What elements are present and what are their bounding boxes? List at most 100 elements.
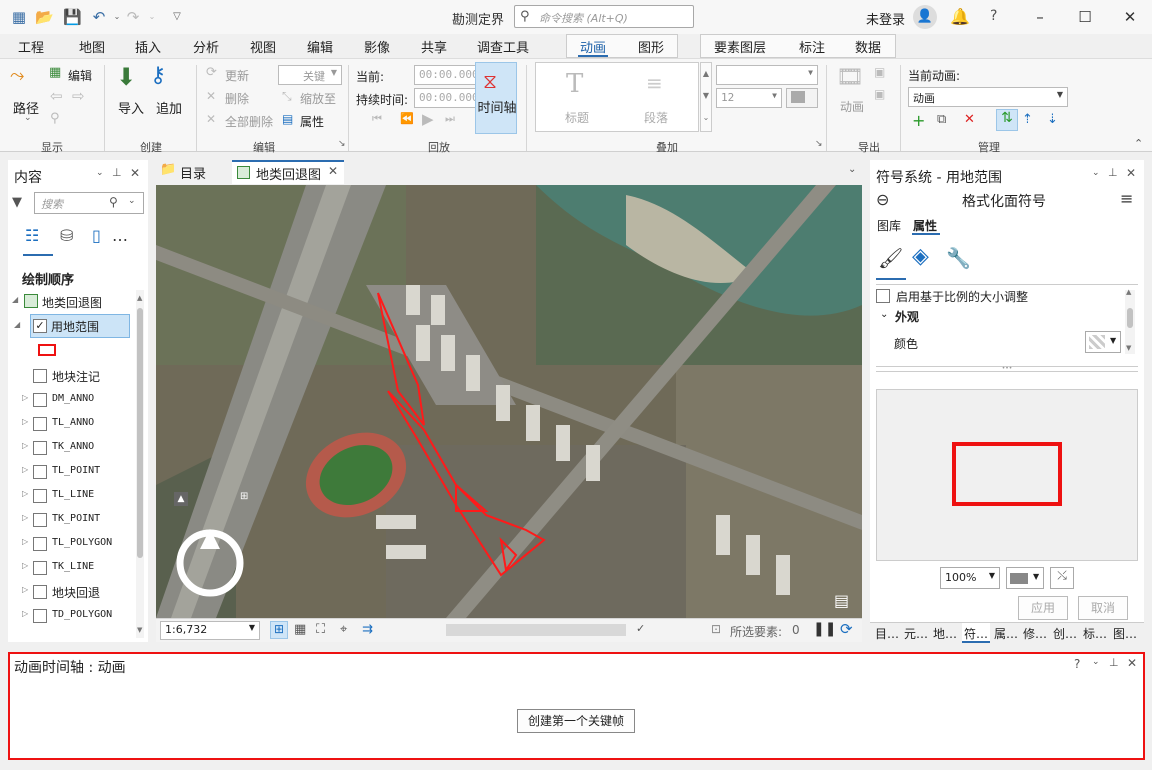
layer-symbol-swatch[interactable]: [38, 344, 56, 356]
login-status[interactable]: 未登录: [866, 9, 905, 28]
more-icon[interactable]: …: [112, 226, 128, 245]
layer-visibility-checkbox[interactable]: [33, 513, 47, 527]
export-frame-icon[interactable]: ▣: [874, 65, 885, 79]
command-search-input[interactable]: ⚲ 命令搜索 (Alt+Q): [514, 5, 694, 28]
tab-share[interactable]: 共享: [421, 37, 447, 56]
open-project-icon[interactable]: 📂: [35, 8, 54, 26]
expand-icon[interactable]: ▷: [22, 465, 28, 474]
close-tab-icon[interactable]: ✕: [328, 164, 338, 178]
back-icon[interactable]: ⊖: [876, 190, 889, 209]
apply-button[interactable]: 应用: [1018, 596, 1068, 620]
delete-all-button[interactable]: 全部删除: [225, 113, 273, 130]
export-animation-button[interactable]: 动画: [840, 98, 864, 115]
tab-gallery[interactable]: 图库: [877, 217, 901, 234]
expand-icon[interactable]: ◢: [14, 320, 20, 329]
preview-background-select[interactable]: ▼: [1006, 567, 1044, 589]
layer-visibility-checkbox[interactable]: [33, 393, 47, 407]
current-animation-select[interactable]: 动画 ▼: [908, 87, 1068, 107]
step-back-icon[interactable]: ⏪: [400, 112, 414, 125]
layer-row-land-scope[interactable]: ◢ ✓ 用地范围: [14, 314, 130, 338]
contents-scrollbar[interactable]: ▲ ▼: [136, 290, 144, 638]
grid-icon[interactable]: ▦: [294, 622, 306, 637]
tab-catalog[interactable]: 📁 目录: [156, 160, 228, 184]
expand-icon[interactable]: ◢: [12, 295, 18, 304]
redo-dropdown-icon[interactable]: ⌄: [143, 8, 161, 26]
bottom-tab[interactable]: 属…: [994, 625, 1018, 642]
wrench-icon[interactable]: 🔧: [946, 246, 971, 270]
expand-icon[interactable]: ▷: [22, 489, 28, 498]
layer-visibility-checkbox[interactable]: [33, 609, 47, 623]
tab-feature-layer[interactable]: 要素图层: [714, 37, 766, 56]
redo-icon[interactable]: ↷: [124, 8, 142, 26]
refresh-icon[interactable]: ⟳: [840, 620, 853, 638]
close-pane-icon[interactable]: ✕: [1127, 656, 1137, 670]
map-node[interactable]: ◢ 地类回退图: [8, 290, 138, 314]
layer-visibility-checkbox[interactable]: ✓: [33, 319, 47, 333]
close-button[interactable]: ✕: [1115, 5, 1145, 29]
paragraph-overlay-button[interactable]: 段落: [644, 109, 668, 126]
customize-toolbar-icon[interactable]: ▽: [168, 8, 186, 26]
back-arrow-icon[interactable]: ⇦: [50, 87, 63, 105]
layer-row[interactable]: ▷ TK_POINT: [8, 508, 138, 532]
properties-button[interactable]: 属性: [300, 113, 324, 130]
layer-row[interactable]: 地块注记: [8, 364, 138, 388]
notification-icon[interactable]: 🔔: [950, 7, 970, 26]
current-time-field[interactable]: 00:00.000: [414, 65, 479, 85]
tab-edit[interactable]: 编辑: [307, 37, 333, 56]
app-menu-icon[interactable]: ▦: [10, 8, 28, 26]
tab-labeling[interactable]: 标注: [799, 37, 825, 56]
launcher-icon[interactable]: ↘: [815, 139, 823, 149]
sort-descending-icon[interactable]: ⇣: [1047, 112, 1058, 127]
layer-row[interactable]: ▷ 地块回退: [8, 580, 138, 604]
pin-icon[interactable]: ⊥: [112, 166, 122, 179]
preview-zoom-select[interactable]: 100% ▼: [940, 567, 1000, 589]
map-view[interactable]: ▲ ⊞ ▤: [156, 185, 862, 618]
duration-field[interactable]: 00:00.000: [414, 88, 479, 108]
move-animation-icon[interactable]: ⇅: [996, 109, 1018, 131]
sort-ascending-icon[interactable]: ⇡: [1022, 112, 1033, 127]
minimize-button[interactable]: –: [1025, 5, 1055, 29]
font-family-select[interactable]: ▼: [716, 65, 818, 85]
tab-imagery[interactable]: 影像: [364, 37, 390, 56]
zoom-to-button[interactable]: 缩放至: [300, 90, 336, 107]
import-button[interactable]: 导入: [118, 98, 144, 117]
tab-survey-tools[interactable]: 调查工具: [477, 37, 529, 56]
skip-end-icon[interactable]: ⏭: [445, 112, 455, 126]
layer-row[interactable]: ▷ TK_LINE: [8, 556, 138, 580]
export-settings-icon[interactable]: ▣: [874, 87, 885, 101]
expand-icon[interactable]: ▷: [22, 609, 28, 618]
layer-row[interactable]: ▷ TL_ANNO: [8, 412, 138, 436]
font-size-select[interactable]: 12 ▼: [716, 88, 782, 108]
scale-select[interactable]: 1:6,732 ▼: [160, 621, 260, 640]
undo-icon[interactable]: ↶: [90, 8, 108, 26]
layer-visibility-checkbox[interactable]: [33, 561, 47, 575]
scroll-up-icon[interactable]: ▲: [1126, 288, 1131, 296]
data-source-icon[interactable]: ⛁: [60, 226, 73, 245]
collapse-ribbon-icon[interactable]: ⌃: [1134, 137, 1143, 150]
navigator-control-icon[interactable]: [174, 527, 246, 599]
update-button[interactable]: 更新: [225, 67, 249, 84]
direction-icon[interactable]: ⇉: [362, 622, 373, 637]
layer-row[interactable]: ▷ TL_POINT: [8, 460, 138, 484]
pause-drawing-icon[interactable]: ❚❚: [813, 621, 836, 637]
grid-icon[interactable]: ⊞: [240, 491, 248, 502]
coordinate-dropdown-icon[interactable]: ✓: [636, 622, 645, 635]
user-avatar-icon[interactable]: 👤: [913, 5, 937, 29]
layer-visibility-checkbox[interactable]: [33, 465, 47, 479]
save-icon[interactable]: 💾: [63, 8, 82, 26]
delete-button[interactable]: 删除: [225, 90, 249, 107]
title-overlay-button[interactable]: 标题: [565, 109, 589, 126]
cancel-button[interactable]: 取消: [1078, 596, 1128, 620]
brush-icon[interactable]: 🖌: [878, 246, 903, 270]
expand-icon[interactable]: ▷: [22, 513, 28, 522]
timeline-toggle-button[interactable]: ⧖ 时间轴: [475, 62, 517, 134]
color-picker[interactable]: ▼: [1085, 331, 1121, 353]
maximize-button[interactable]: ☐: [1070, 5, 1100, 29]
appearance-heading[interactable]: 外观: [895, 308, 919, 325]
delete-animation-icon[interactable]: ✕: [964, 112, 975, 127]
expand-icon[interactable]: ▷: [22, 393, 28, 402]
constraints-icon[interactable]: ⛶: [316, 622, 325, 637]
tab-map[interactable]: 地图: [79, 37, 105, 56]
forward-arrow-icon[interactable]: ⇨: [72, 87, 85, 105]
properties-scrollbar[interactable]: ▲ ▼: [1125, 288, 1135, 354]
